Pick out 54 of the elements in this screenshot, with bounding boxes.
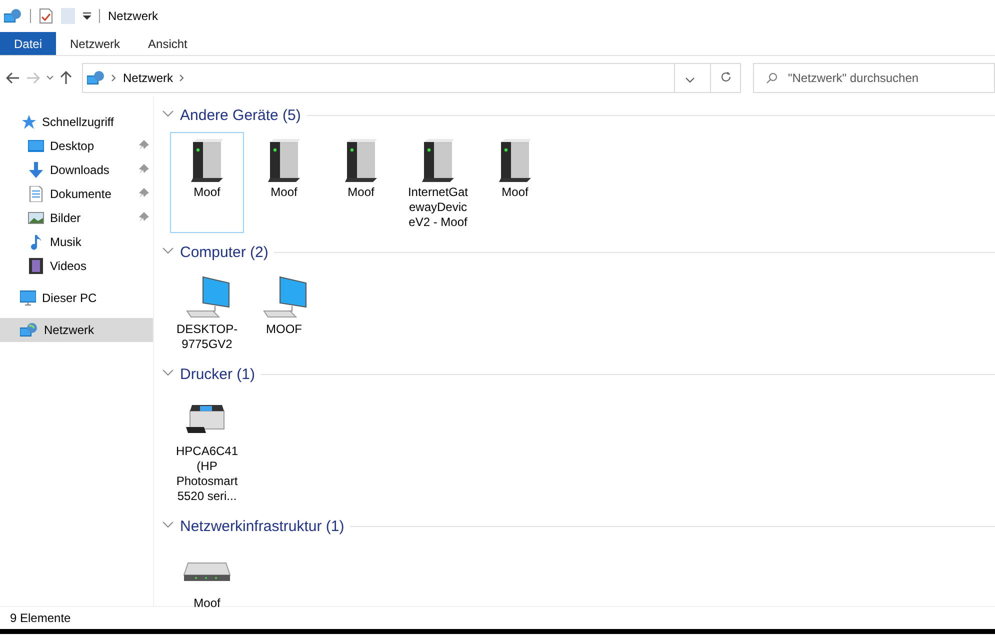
refresh-icon [720, 70, 732, 82]
chevron-icon[interactable] [162, 368, 174, 378]
address-bar[interactable]: Netzwerk [82, 63, 741, 93]
network-item[interactable]: Moof [478, 132, 552, 233]
star-icon [20, 114, 36, 130]
ribbon-tab[interactable]: Netzwerk [56, 32, 134, 55]
sidebar-item[interactable]: Videos [0, 254, 153, 278]
document-icon [28, 186, 44, 202]
chevron-icon[interactable] [162, 520, 174, 530]
group-header[interactable]: Netzwerkinfrastruktur (1) [180, 518, 344, 534]
back-arrow-icon[interactable] [6, 72, 20, 84]
search-field[interactable]: "Netzwerk" durchsuchen [753, 63, 995, 93]
sidebar-item[interactable]: Netzwerk [0, 318, 153, 342]
sidebar-item[interactable]: Downloads [0, 158, 153, 182]
network-item[interactable]: Moof [170, 132, 244, 233]
caret-icon [684, 76, 694, 82]
chevron-icon[interactable] [111, 74, 117, 82]
chevron-icon[interactable] [179, 74, 186, 82]
network-item[interactable]: HPCA6C41 (HP Photosmart 5520 seri... [170, 391, 244, 507]
film-icon [28, 258, 44, 274]
network-icon [20, 322, 38, 338]
breadcrumb[interactable]: Netzwerk [123, 71, 174, 85]
status-text: 9 Elemente [10, 611, 71, 625]
group-header[interactable]: Computer (2) [180, 244, 268, 260]
network-icon [87, 70, 105, 86]
checklist-icon[interactable] [39, 8, 53, 24]
monitor-icon [20, 290, 36, 306]
network-item[interactable]: Moof [247, 132, 321, 233]
picture-icon [28, 210, 44, 226]
sidebar-item[interactable]: Dieser PC [0, 286, 153, 310]
network-item[interactable]: DESKTOP-9775GV2 [170, 269, 244, 355]
ribbon-tab[interactable]: Ansicht [134, 32, 202, 55]
sidebar-item[interactable]: Desktop [0, 134, 153, 158]
music-note-icon [28, 234, 44, 250]
network-item[interactable]: Moof [324, 132, 398, 233]
chevron-icon[interactable] [162, 246, 174, 256]
network-item[interactable]: InternetGatewayDeviceV2 - Moof [401, 132, 475, 233]
network-icon [4, 8, 22, 24]
sidebar-item[interactable]: Bilder [0, 206, 153, 230]
group-header[interactable]: Andere Geräte (5) [180, 106, 301, 124]
chevron-icon[interactable] [46, 75, 54, 81]
group-header[interactable]: Drucker (1) [180, 366, 256, 382]
sidebar-item[interactable]: Dokumente [0, 182, 153, 206]
desktop-icon [28, 138, 44, 154]
network-item[interactable]: MOOF [247, 269, 321, 355]
down-arrow-icon [28, 162, 44, 178]
sidebar-item[interactable]: Schnellzugriff [0, 110, 153, 134]
search-icon [766, 72, 778, 84]
sidebar-item[interactable]: Musik [0, 230, 153, 254]
dropdown-icon[interactable] [83, 12, 91, 20]
up-arrow-icon[interactable] [60, 71, 72, 85]
window-title: Netzwerk [108, 9, 158, 23]
chevron-icon[interactable] [162, 109, 174, 119]
network-item[interactable]: Moof [170, 543, 244, 614]
